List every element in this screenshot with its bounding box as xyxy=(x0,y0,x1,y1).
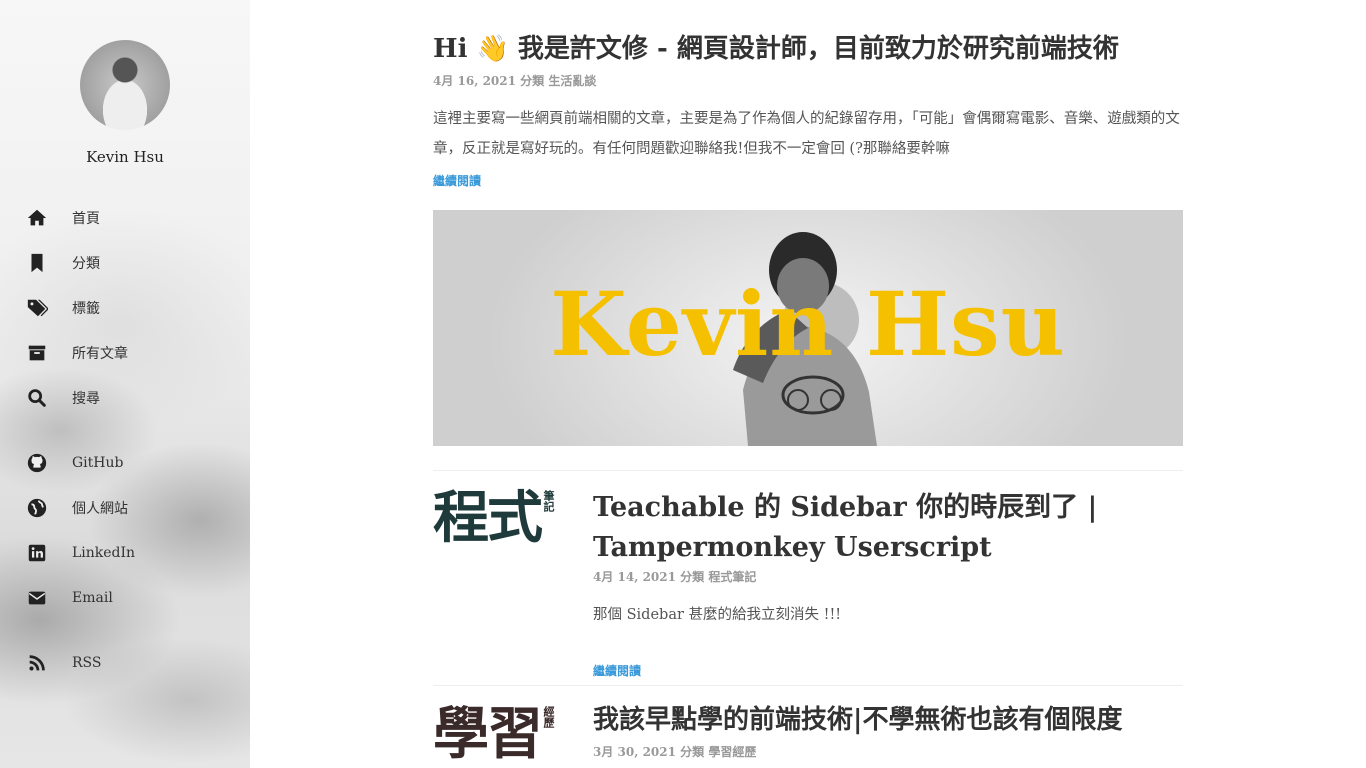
site-name[interactable]: Kevin Hsu xyxy=(0,148,250,166)
search-icon xyxy=(28,389,46,407)
post-meta: 3月 30, 2021 分類 學習經歷 xyxy=(593,745,757,759)
sidebar-item-label: 首頁 xyxy=(72,211,100,227)
sidebar-link-linkedin[interactable]: LinkedIn xyxy=(26,541,135,565)
post-excerpt: 那個 Sidebar 甚麼的給我立刻消失 !!! xyxy=(593,607,842,623)
sidebar-item-archive[interactable]: 所有文章 xyxy=(26,341,128,365)
sidebar: Kevin Hsu 首頁 分類 標籤 所有文章 搜尋 GitHub 個人網站 L… xyxy=(0,0,250,768)
sidebar-link-github[interactable]: GitHub xyxy=(26,451,123,475)
sidebar-item-label: LinkedIn xyxy=(72,545,136,561)
sidebar-item-label: 個人網站 xyxy=(72,501,128,517)
sidebar-item-search[interactable]: 搜尋 xyxy=(26,386,100,410)
sidebar-item-label: RSS xyxy=(72,655,102,671)
post-title-line: Tampermonkey Userscript xyxy=(593,532,992,563)
read-more-link[interactable]: 繼續閱讀 xyxy=(433,172,481,189)
sidebar-item-label: 標籤 xyxy=(72,301,100,317)
sidebar-item-label: GitHub xyxy=(72,455,124,471)
post-title[interactable]: 我該早點學的前端技術|不學無術也該有個限度 xyxy=(593,703,1183,738)
post-title[interactable]: Teachable 的 Sidebar 你的時辰到了 | Tampermonke… xyxy=(593,488,1183,568)
github-icon xyxy=(27,453,47,473)
archive-icon xyxy=(28,345,46,361)
hero-banner[interactable]: Kevin Hsu xyxy=(433,210,1183,446)
post-divider xyxy=(433,470,1183,471)
hero-title: Kevin Hsu xyxy=(550,272,1066,376)
sidebar-item-label: 分類 xyxy=(72,256,100,272)
sidebar-item-tags[interactable]: 標籤 xyxy=(26,296,100,320)
post-meta: 4月 14, 2021 分類 程式筆記 xyxy=(593,570,757,584)
post-thumbnail[interactable]: 學習 經歷 xyxy=(433,706,573,768)
sidebar-item-label: 所有文章 xyxy=(72,346,128,362)
sidebar-item-label: Email xyxy=(72,590,113,606)
thumbnail-subtext: 經歷 xyxy=(542,706,555,728)
thumbnail-text: 學習 xyxy=(433,701,543,767)
bookmark-icon xyxy=(31,253,43,273)
sidebar-item-label: 搜尋 xyxy=(72,391,100,407)
sidebar-item-home[interactable]: 首頁 xyxy=(26,206,100,230)
globe-icon xyxy=(27,498,47,518)
post-thumbnail[interactable]: 程式 筆記 xyxy=(433,490,573,560)
post-title-line: Teachable 的 Sidebar 你的時辰到了 | xyxy=(593,492,1098,523)
post-excerpt: 這裡主要寫一些網頁前端相關的文章，主要是為了作為個人的紀錄留存用，「可能」會偶爾… xyxy=(433,111,1180,157)
sidebar-link-website[interactable]: 個人網站 xyxy=(26,496,128,520)
read-more-link[interactable]: 繼續閱讀 xyxy=(593,662,641,679)
sidebar-link-email[interactable]: Email xyxy=(26,586,113,610)
thumbnail-text: 程式 xyxy=(433,485,543,551)
avatar[interactable] xyxy=(80,40,170,130)
post-meta: 4月 16, 2021 分類 生活亂談 xyxy=(433,74,597,88)
post-divider xyxy=(433,685,1183,686)
thumbnail-subtext: 筆記 xyxy=(542,490,555,512)
home-icon xyxy=(27,209,47,226)
post-title[interactable]: Hi 👋 我是許文修 - 網頁設計師，目前致力於研究前端技術 xyxy=(433,32,1193,67)
sidebar-link-rss[interactable]: RSS xyxy=(26,651,101,675)
linkedin-icon xyxy=(28,544,46,562)
sidebar-item-categories[interactable]: 分類 xyxy=(26,251,100,275)
rss-icon xyxy=(29,655,45,671)
email-icon xyxy=(28,591,46,605)
tags-icon xyxy=(27,299,48,317)
